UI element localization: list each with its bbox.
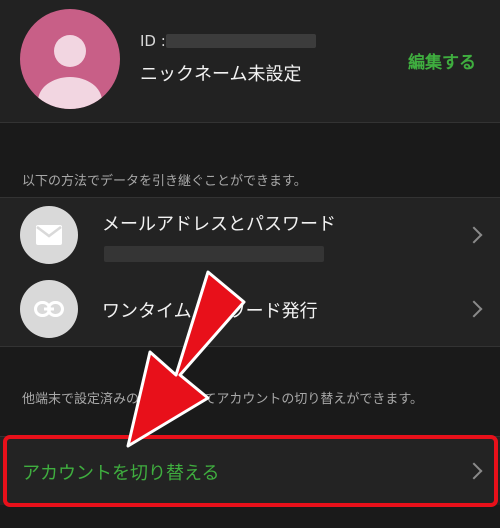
email-redacted bbox=[104, 246, 324, 262]
one-time-password-row[interactable]: ワンタイムパスワード発行 bbox=[0, 273, 500, 347]
chevron-right-icon bbox=[465, 300, 483, 318]
edit-profile-button[interactable]: 編集する bbox=[408, 48, 476, 73]
switch-account-label: アカウントを切り替える bbox=[22, 463, 220, 484]
envelope-icon bbox=[20, 206, 78, 264]
email-password-label: メールアドレスとパスワード bbox=[102, 214, 336, 235]
nickname: ニックネーム未設定 bbox=[140, 64, 302, 85]
user-silhouette-icon bbox=[38, 35, 102, 109]
email-password-row[interactable]: メールアドレスとパスワード bbox=[0, 197, 500, 274]
one-time-password-label: ワンタイムパスワード発行 bbox=[102, 301, 318, 322]
user-id-redacted bbox=[166, 34, 316, 48]
user-id-label: ID : bbox=[140, 32, 166, 50]
profile-header: ID : ニックネーム未設定 編集する bbox=[0, 0, 500, 123]
transfer-description: 以下の方法でデータを引き継ぐことができます。 bbox=[22, 174, 307, 189]
chevron-right-icon bbox=[465, 226, 483, 244]
link-icon bbox=[20, 280, 78, 338]
chevron-right-icon bbox=[465, 462, 483, 480]
avatar[interactable] bbox=[20, 9, 120, 109]
switch-account-description: 他端末で設定済みの方法を使ってアカウントの切り替えができます。 bbox=[22, 392, 424, 407]
switch-account-row[interactable]: アカウントを切り替える bbox=[0, 436, 500, 505]
